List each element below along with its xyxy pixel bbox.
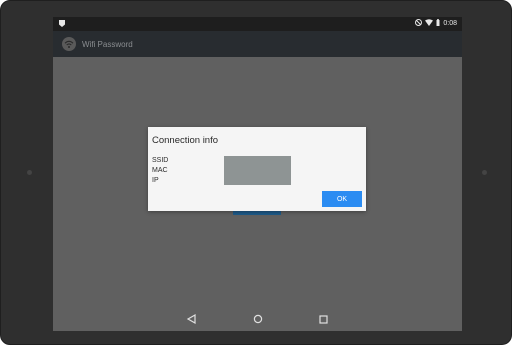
screen: 0:08 Wifi Password Connection info SSID … bbox=[53, 17, 462, 331]
redacted-values bbox=[224, 156, 291, 185]
mac-label: MAC bbox=[152, 167, 168, 174]
home-icon[interactable] bbox=[251, 312, 265, 326]
status-bar: 0:08 bbox=[53, 17, 462, 31]
connection-info-dialog: Connection info SSID MAC IP OK bbox=[148, 127, 366, 211]
info-labels: SSID MAC IP bbox=[152, 156, 168, 186]
side-sensor-right bbox=[482, 170, 487, 175]
side-sensor-left bbox=[27, 170, 32, 175]
back-icon[interactable] bbox=[185, 312, 199, 326]
navigation-bar bbox=[53, 307, 462, 331]
dialog-title: Connection info bbox=[152, 135, 219, 146]
status-time: 0:08 bbox=[443, 20, 457, 27]
battery-icon bbox=[436, 18, 440, 30]
app-bar: Wifi Password bbox=[53, 31, 462, 57]
recents-icon[interactable] bbox=[317, 312, 331, 326]
status-icons: 0:08 bbox=[415, 18, 457, 30]
wifi-app-icon bbox=[62, 37, 76, 51]
tablet-frame: 0:08 Wifi Password Connection info SSID … bbox=[0, 0, 512, 345]
notification-icon bbox=[59, 20, 65, 27]
ip-label: IP bbox=[152, 177, 159, 184]
ok-button[interactable]: OK bbox=[322, 191, 362, 207]
do-not-disturb-icon bbox=[415, 18, 423, 30]
ssid-label: SSID bbox=[152, 157, 169, 164]
app-title: Wifi Password bbox=[82, 39, 133, 49]
wifi-icon bbox=[425, 18, 434, 30]
